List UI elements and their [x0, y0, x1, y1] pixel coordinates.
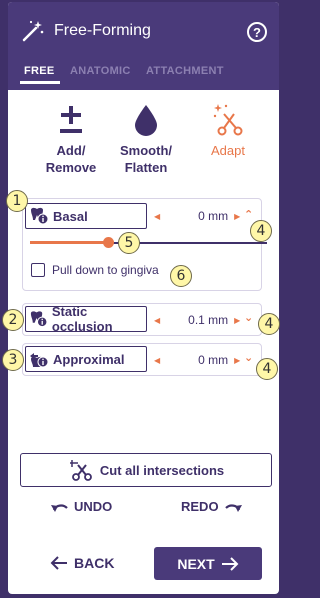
- basal-stepper: ◀ 0 mm ▶: [154, 209, 240, 223]
- tool-adapt-label: Adapt: [211, 143, 245, 158]
- marker-2: 2: [2, 309, 24, 331]
- tool-smooth-flatten-label: Smooth/ Flatten: [120, 143, 172, 175]
- approximal-label: Approximal: [53, 351, 125, 367]
- marker-4: 4: [258, 313, 280, 335]
- increment-icon[interactable]: ▶: [234, 356, 240, 365]
- undo-icon: [51, 503, 68, 512]
- undo-label: UNDO: [74, 499, 113, 514]
- magic-wand-icon: [20, 18, 46, 44]
- cut-all-intersections-button[interactable]: Cut all intersections: [20, 453, 272, 487]
- redo-icon: [224, 503, 242, 512]
- basal-button[interactable]: Basal: [25, 203, 147, 229]
- undo-button[interactable]: UNDO: [50, 499, 112, 514]
- help-button[interactable]: ?: [247, 22, 267, 42]
- static-occlusion-value[interactable]: 0.1 mm: [160, 313, 234, 327]
- redo-button[interactable]: REDO: [181, 499, 243, 514]
- pull-down-label: Pull down to gingiva: [52, 263, 159, 277]
- panel-header: Free-Forming ? FREE ANATOMIC ATTACHMENT: [8, 2, 279, 90]
- cut-intersections-icon: [69, 460, 92, 481]
- marker-6: 6: [170, 265, 192, 287]
- approximal-stepper: ◀ 0 mm ▶: [154, 353, 240, 367]
- tool-adapt[interactable]: Adapt: [183, 100, 273, 159]
- approximal-button[interactable]: Approximal: [25, 346, 147, 372]
- back-button[interactable]: BACK: [50, 555, 114, 571]
- chevron-up-icon[interactable]: ⌃: [244, 208, 253, 221]
- panel-title: Free-Forming: [54, 22, 151, 39]
- sparkle-scissors-icon: [183, 100, 273, 140]
- tab-attachment[interactable]: ATTACHMENT: [146, 65, 224, 77]
- arrow-left-icon: [50, 556, 67, 570]
- marker-1: 1: [6, 190, 28, 212]
- tool-smooth-flatten[interactable]: Smooth/ Flatten: [101, 100, 191, 176]
- next-label: NEXT: [177, 555, 215, 572]
- marker-4: 4: [256, 358, 278, 380]
- title-row: Free-Forming: [20, 18, 151, 44]
- static-occlusion-button[interactable]: Static occlusion: [25, 304, 147, 334]
- next-button[interactable]: NEXT: [154, 547, 262, 580]
- marker-5: 5: [118, 232, 140, 254]
- chevron-down-icon[interactable]: ⌄: [244, 311, 253, 324]
- increment-icon[interactable]: ▶: [234, 316, 240, 325]
- active-tab-indicator: [20, 81, 60, 84]
- tab-free[interactable]: FREE: [24, 65, 55, 77]
- pull-down-checkbox[interactable]: [31, 263, 45, 277]
- tooth-info-icon: [30, 311, 48, 328]
- marker-3: 3: [2, 349, 24, 371]
- increment-icon[interactable]: ▶: [234, 212, 240, 221]
- chevron-down-icon[interactable]: ⌄: [244, 351, 253, 364]
- back-label: BACK: [74, 555, 115, 571]
- tab-bar: FREE ANATOMIC ATTACHMENT: [8, 62, 279, 84]
- cut-all-intersections-label: Cut all intersections: [99, 462, 225, 478]
- arrow-right-icon: [221, 556, 239, 571]
- basal-slider-fill: [30, 241, 109, 244]
- basal-value[interactable]: 0 mm: [160, 209, 234, 223]
- tooth-info-icon: [30, 353, 49, 368]
- approximal-value[interactable]: 0 mm: [160, 353, 234, 367]
- marker-4: 4: [250, 220, 272, 242]
- tab-anatomic[interactable]: ANATOMIC: [70, 65, 131, 77]
- static-occlusion-stepper: ◀ 0.1 mm ▶: [154, 313, 240, 327]
- redo-label: REDO: [181, 499, 219, 514]
- basal-label: Basal: [53, 208, 88, 224]
- static-occlusion-label: Static occlusion: [51, 304, 113, 334]
- tooth-info-icon: [31, 207, 49, 225]
- drop-icon: [101, 100, 191, 140]
- basal-slider-thumb[interactable]: [102, 237, 114, 248]
